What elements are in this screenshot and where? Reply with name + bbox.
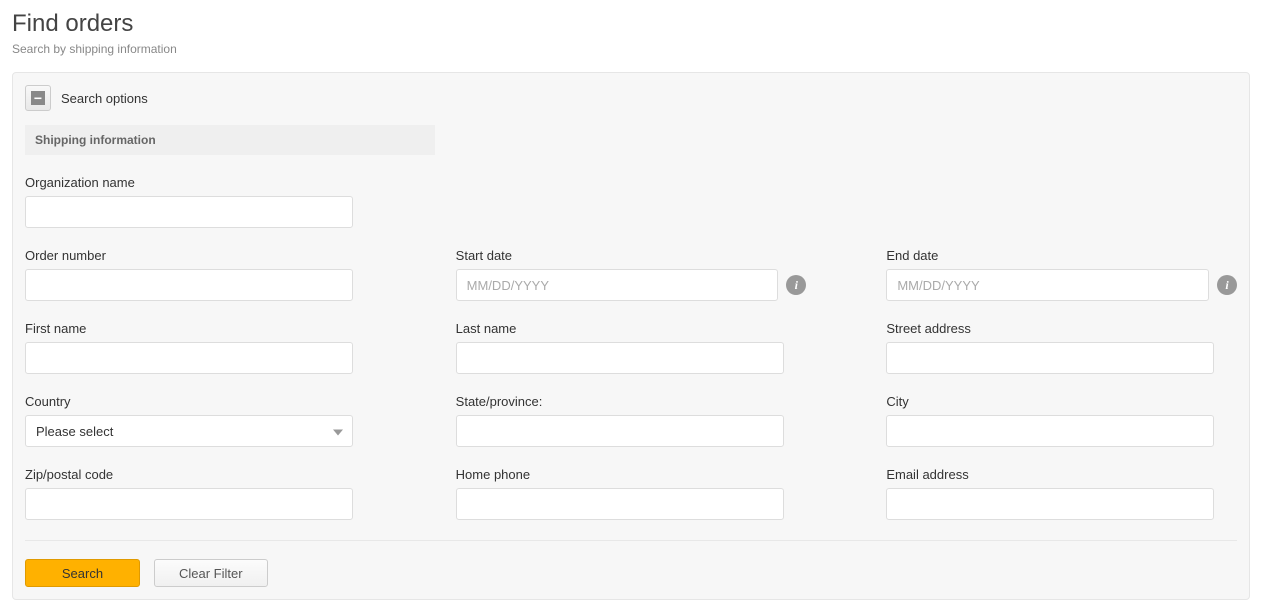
field-end-date: End date i — [886, 248, 1237, 301]
field-organization-name: Organization name — [25, 175, 376, 228]
field-first-name: First name — [25, 321, 376, 374]
street-address-label: Street address — [886, 321, 1237, 336]
first-name-input[interactable] — [25, 342, 353, 374]
field-order-number: Order number — [25, 248, 376, 301]
collapse-toggle-button[interactable]: − — [25, 85, 51, 111]
minus-icon: − — [31, 91, 45, 105]
button-row: Search Clear Filter — [25, 559, 1237, 587]
first-name-label: First name — [25, 321, 376, 336]
page-subtitle: Search by shipping information — [12, 42, 1250, 56]
last-name-label: Last name — [456, 321, 807, 336]
country-select[interactable]: Please select — [25, 415, 353, 447]
home-phone-input[interactable] — [456, 488, 784, 520]
zip-label: Zip/postal code — [25, 467, 376, 482]
info-icon[interactable]: i — [1217, 275, 1237, 295]
email-label: Email address — [886, 467, 1237, 482]
organization-name-input[interactable] — [25, 196, 353, 228]
email-input[interactable] — [886, 488, 1214, 520]
end-date-input[interactable] — [886, 269, 1209, 301]
city-label: City — [886, 394, 1237, 409]
field-country: Country Please select — [25, 394, 376, 447]
order-number-input[interactable] — [25, 269, 353, 301]
field-last-name: Last name — [456, 321, 807, 374]
street-address-input[interactable] — [886, 342, 1214, 374]
tab-shipping-information[interactable]: Shipping information — [25, 125, 435, 155]
info-icon[interactable]: i — [786, 275, 806, 295]
form-grid: Organization name Order number Start dat… — [25, 175, 1237, 520]
tab-row: Shipping information — [25, 125, 1237, 155]
organization-name-label: Organization name — [25, 175, 376, 190]
field-city: City — [886, 394, 1237, 447]
state-province-label: State/province: — [456, 394, 807, 409]
search-button[interactable]: Search — [25, 559, 140, 587]
home-phone-label: Home phone — [456, 467, 807, 482]
field-zip: Zip/postal code — [25, 467, 376, 520]
field-state-province: State/province: — [456, 394, 807, 447]
zip-input[interactable] — [25, 488, 353, 520]
state-province-input[interactable] — [456, 415, 784, 447]
clear-filter-button[interactable]: Clear Filter — [154, 559, 268, 587]
search-panel: − Search options Shipping information Or… — [12, 72, 1250, 600]
field-home-phone: Home phone — [456, 467, 807, 520]
start-date-label: Start date — [456, 248, 807, 263]
start-date-input[interactable] — [456, 269, 779, 301]
last-name-input[interactable] — [456, 342, 784, 374]
order-number-label: Order number — [25, 248, 376, 263]
field-street-address: Street address — [886, 321, 1237, 374]
search-options-label: Search options — [61, 91, 148, 106]
divider — [25, 540, 1237, 541]
country-label: Country — [25, 394, 376, 409]
field-start-date: Start date i — [456, 248, 807, 301]
page-title: Find orders — [12, 10, 1250, 38]
field-email: Email address — [886, 467, 1237, 520]
search-options-header: − Search options — [25, 85, 1237, 111]
city-input[interactable] — [886, 415, 1214, 447]
end-date-label: End date — [886, 248, 1237, 263]
